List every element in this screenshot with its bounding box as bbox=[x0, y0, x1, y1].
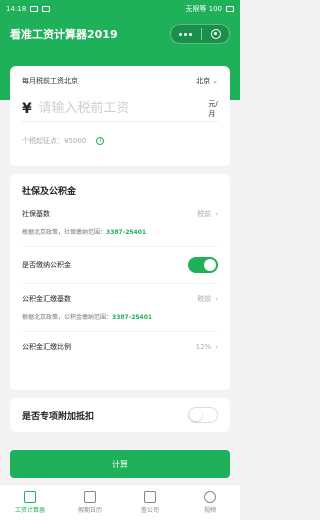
social-security-card: 社保及公积金 社保基数 税前 › 根据北京政策，社保缴纳范围：3387-2540… bbox=[10, 174, 230, 390]
social-base-hint: 税前 bbox=[197, 210, 212, 218]
calculate-button[interactable]: 计算 bbox=[10, 450, 230, 478]
chevron-right-icon: › bbox=[215, 210, 218, 218]
tab-holiday-calendar[interactable]: 假期日历 bbox=[60, 485, 120, 520]
video-icon bbox=[204, 491, 216, 503]
chevron-down-icon: ⌄ bbox=[212, 77, 218, 85]
city-selector[interactable]: 北京 ⌄ bbox=[196, 76, 218, 86]
fund-base-range: 3387-25401 bbox=[112, 314, 153, 321]
fund-ratio-label: 公积金汇缴比例 bbox=[22, 343, 71, 351]
tab-bar: 工资计算器 假期日历 查公司 视频 bbox=[0, 484, 240, 520]
fund-base-note-text: 根据北京政策，公积金缴纳范围： bbox=[22, 314, 113, 321]
social-base-label: 社保基数 bbox=[22, 210, 50, 218]
tab-label: 查公司 bbox=[140, 507, 159, 514]
fund-ratio-row[interactable]: 公积金汇缴比例 12% › bbox=[22, 342, 218, 352]
divider bbox=[22, 283, 218, 284]
status-right-text: 无限等 100 bbox=[185, 5, 222, 13]
chevron-right-icon: › bbox=[215, 295, 218, 303]
fund-base-label: 公积金汇缴基数 bbox=[22, 295, 71, 303]
special-deduction-label: 是否专项附加抵扣 bbox=[22, 411, 95, 422]
tax-threshold-label: 个税起征点：¥5000 bbox=[22, 137, 87, 145]
calculator-icon bbox=[24, 491, 36, 503]
capsule-divider bbox=[201, 28, 202, 40]
divider bbox=[22, 246, 218, 247]
tax-threshold: 个税起征点：¥5000 i bbox=[22, 136, 218, 146]
status-time: 14:18 bbox=[6, 5, 27, 13]
page-title: 看准工资计算器2019 bbox=[10, 28, 118, 41]
social-base-note: 根据北京政策，社保缴纳范围：3387-25401 bbox=[22, 227, 218, 236]
currency-symbol: ¥ bbox=[22, 100, 32, 117]
divider bbox=[22, 331, 218, 332]
salary-card: 每月税前工资北京 北京 ⌄ ¥ 元/月 个税起征点：¥5000 i bbox=[10, 66, 230, 166]
social-base-row[interactable]: 社保基数 税前 › bbox=[22, 209, 218, 219]
tab-label: 视频 bbox=[203, 507, 216, 514]
building-icon bbox=[144, 491, 156, 503]
special-deduction-toggle[interactable] bbox=[188, 407, 218, 423]
fund-base-note: 根据北京政策，公积金缴纳范围：3387-25401 bbox=[22, 312, 218, 321]
chevron-right-icon: › bbox=[215, 343, 218, 351]
fund-base-hint: 税前 bbox=[197, 295, 212, 303]
city-value: 北京 bbox=[196, 77, 211, 85]
more-icon[interactable] bbox=[179, 32, 192, 36]
special-deduction-card: 是否专项附加抵扣 bbox=[10, 398, 230, 432]
close-program-icon[interactable] bbox=[211, 29, 221, 39]
fund-toggle-row: 是否缴纳公积金 bbox=[22, 257, 218, 273]
fund-toggle[interactable] bbox=[188, 257, 218, 273]
section-title: 社保及公积金 bbox=[22, 187, 77, 197]
tab-label: 工资计算器 bbox=[14, 507, 45, 514]
tab-company-search[interactable]: 查公司 bbox=[120, 485, 180, 520]
battery-icon bbox=[226, 6, 234, 12]
tab-label: 假期日历 bbox=[77, 507, 102, 514]
fund-ratio-value: 12% bbox=[195, 343, 212, 351]
info-icon[interactable]: i bbox=[96, 137, 105, 145]
fund-base-row[interactable]: 公积金汇缴基数 税前 › bbox=[22, 294, 218, 304]
salary-unit: 元/月 bbox=[208, 99, 218, 118]
salary-input[interactable] bbox=[38, 101, 209, 116]
salary-label: 每月税前工资北京 bbox=[22, 77, 78, 85]
notification-icon bbox=[42, 6, 51, 12]
social-base-note-text: 根据北京政策，社保缴纳范围： bbox=[22, 229, 107, 236]
mini-program-capsule bbox=[170, 24, 230, 44]
message-icon bbox=[30, 6, 39, 12]
nav-bar: 看准工资计算器2019 bbox=[0, 18, 240, 50]
calendar-icon bbox=[84, 491, 96, 503]
status-bar: 14:18 无限等 100 bbox=[0, 0, 240, 18]
fund-toggle-label: 是否缴纳公积金 bbox=[22, 261, 71, 269]
tab-video[interactable]: 视频 bbox=[180, 485, 240, 520]
tab-salary-calculator[interactable]: 工资计算器 bbox=[0, 485, 60, 520]
social-base-range: 3387-25401 bbox=[106, 229, 147, 236]
salary-input-row: ¥ 元/月 bbox=[22, 96, 218, 122]
